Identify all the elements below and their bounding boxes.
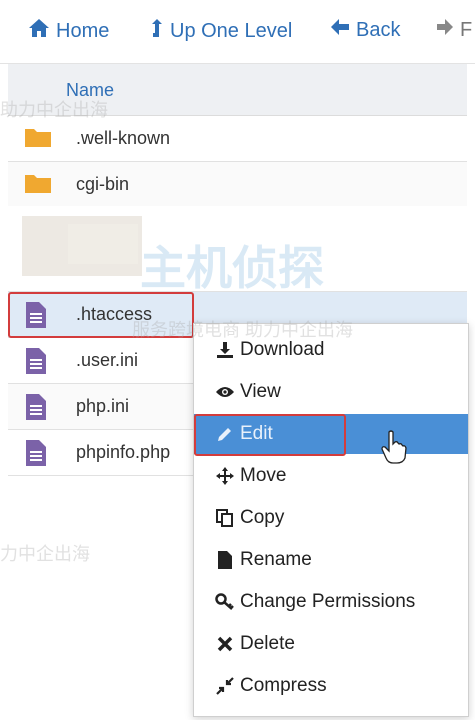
file-name: .user.ini: [76, 350, 139, 370]
menu-label: Rename: [240, 549, 312, 570]
folder-icon: [24, 171, 52, 200]
file-icon: [24, 439, 48, 472]
forward-button[interactable]: F: [436, 18, 472, 42]
menu-item-view[interactable]: View: [194, 372, 468, 412]
menu-label: Copy: [240, 507, 285, 528]
up-one-level-button[interactable]: Up One Level: [150, 18, 292, 44]
folder-icon: [24, 125, 52, 154]
edit-highlight: [194, 414, 346, 456]
arrow-right-icon: [436, 18, 454, 42]
file-name: php.ini: [76, 396, 130, 416]
copy-icon: [212, 509, 238, 527]
back-button[interactable]: Back: [330, 18, 400, 42]
menu-item-delete[interactable]: Delete: [194, 624, 468, 664]
file-name: phpinfo.php: [76, 442, 171, 462]
watermark-text: 助力中企出海: [0, 100, 108, 120]
menu-item-rename[interactable]: Rename: [194, 540, 468, 580]
menu-label: Compress: [240, 675, 327, 696]
toolbar: Home Up One Level Back F: [0, 0, 475, 64]
x-icon: [212, 636, 238, 652]
up-one-level-label: Up One Level: [170, 19, 293, 42]
context-menu: Download View Edit Move Copy Rename Chan…: [193, 323, 469, 717]
download-icon: [212, 341, 238, 359]
file-row[interactable]: .well-known: [8, 116, 467, 162]
back-label: Back: [356, 18, 401, 41]
forward-label: F: [460, 18, 473, 41]
file-name: .well-known: [76, 128, 171, 148]
watermark-logo: 主机侦探: [140, 242, 324, 294]
home-button[interactable]: Home: [28, 18, 109, 44]
menu-label: Download: [240, 339, 325, 360]
level-up-icon: [150, 18, 164, 44]
watermark-text: 力中企出海: [0, 544, 90, 564]
file-icon: [212, 550, 238, 570]
arrow-left-icon: [330, 18, 350, 42]
watermark-text: 服务跨境电商 助力中企出海: [132, 320, 353, 340]
key-icon: [212, 593, 238, 611]
home-icon: [28, 18, 50, 44]
menu-label: Move: [240, 465, 287, 486]
hand-cursor-icon: [381, 430, 407, 469]
menu-label: View: [240, 381, 281, 402]
menu-label: Change Permissions: [240, 591, 416, 612]
compress-icon: [212, 677, 238, 695]
file-icon: [24, 393, 48, 426]
file-name: cgi-bin: [76, 174, 130, 194]
home-label: Home: [56, 19, 110, 42]
move-icon: [212, 467, 238, 485]
file-row[interactable]: cgi-bin: [8, 162, 467, 208]
menu-item-move[interactable]: Move: [194, 456, 468, 496]
file-icon: [24, 347, 48, 380]
menu-item-compress[interactable]: Compress: [194, 666, 468, 706]
menu-item-change-permissions[interactable]: Change Permissions: [194, 582, 468, 622]
eye-icon: [212, 385, 238, 399]
menu-item-copy[interactable]: Copy: [194, 498, 468, 538]
menu-label: Delete: [240, 633, 295, 654]
blurred-area: [68, 224, 138, 264]
